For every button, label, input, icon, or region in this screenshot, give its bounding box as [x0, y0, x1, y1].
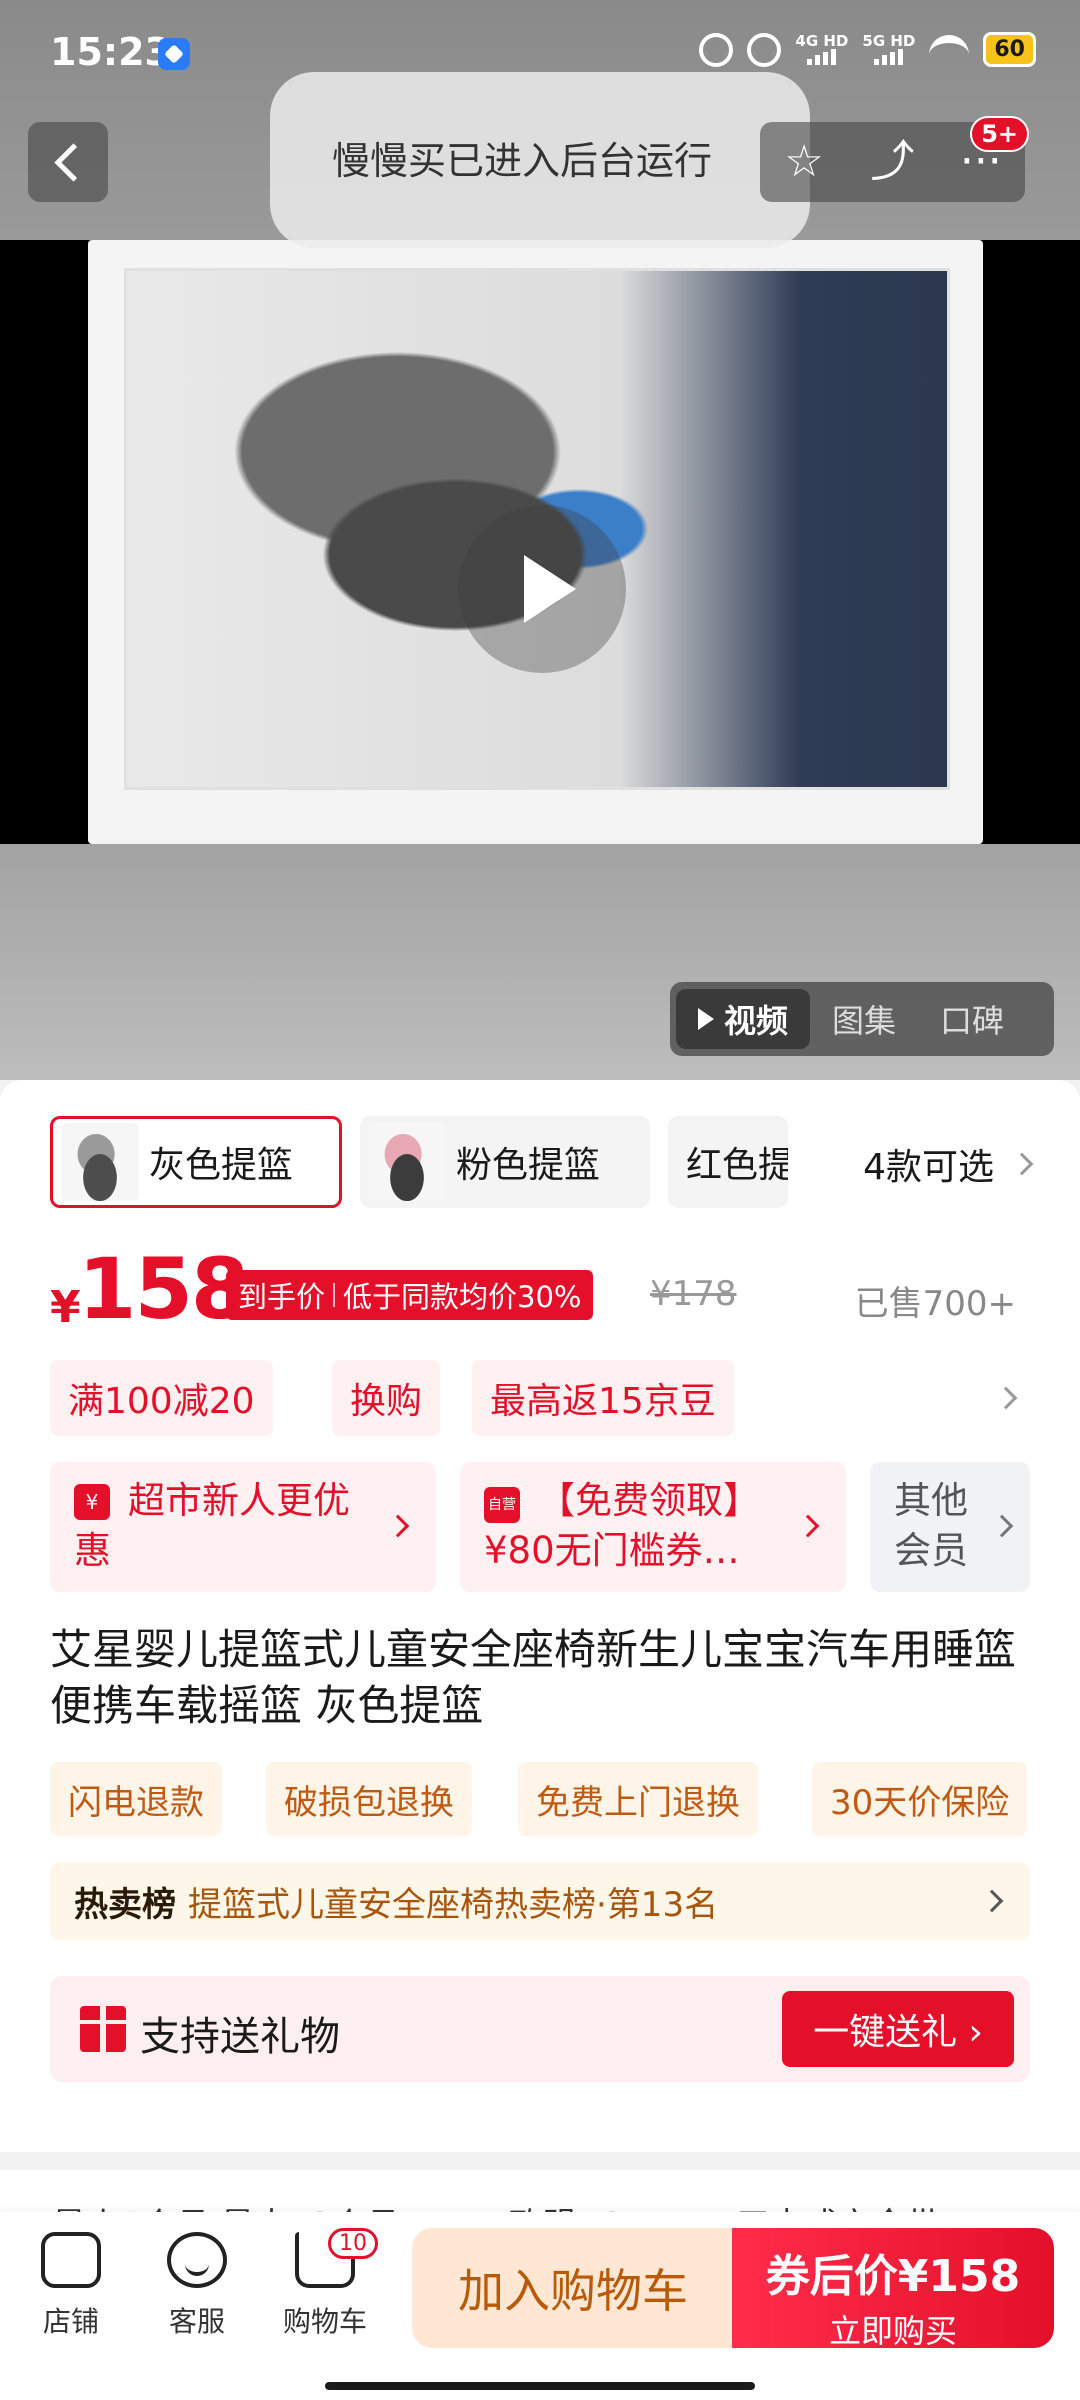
signal-icon: 4G HD [795, 34, 848, 65]
promo-row[interactable]: 满100减20 换购 最高返15京豆 [50, 1360, 1030, 1440]
play-icon[interactable] [458, 505, 626, 673]
add-to-cart-button[interactable]: 加入购物车 [412, 2228, 734, 2348]
shop-label: 店铺 [42, 2305, 99, 2338]
coupon-text: 其他会员 [894, 1479, 968, 1572]
price-tag-b: 低于同款均价30% [343, 1280, 582, 1314]
rank-heading: 热卖榜 [74, 1884, 176, 1925]
variant-thumbnail [368, 1123, 446, 1201]
chevron-right-icon [386, 1514, 410, 1538]
variant-pink[interactable]: 粉色提篮 [360, 1116, 650, 1208]
buy-now-label: 立即购买 [828, 2312, 957, 2350]
buy-now-button[interactable]: 券后价¥158 立即购买 [732, 2228, 1054, 2350]
chevron-right-icon [980, 1889, 1004, 1913]
variant-label: 红色提篮 [686, 1145, 788, 1186]
variant-label: 粉色提篮 [456, 1145, 601, 1186]
rank-text: 提篮式儿童安全座椅热卖榜·第13名 [188, 1884, 719, 1925]
original-price: ¥178 [650, 1274, 737, 1314]
price-amount: 158 [78, 1240, 249, 1338]
tab-gallery[interactable]: 图集 [810, 989, 918, 1049]
service-tags: 闪电退款 破损包退换 免费上门退换 30天价保险 [50, 1762, 1050, 1838]
coupon-new-user[interactable]: ¥ 超市新人更优惠 [50, 1462, 436, 1592]
mute-icon [747, 32, 782, 67]
status-time: 15:23 [50, 30, 171, 74]
variant-label: 灰色提篮 [149, 1145, 294, 1186]
signal-label-2: 5G HD [862, 32, 916, 50]
sold-count: 已售700+ [854, 1284, 1016, 1324]
gift-icon [80, 2006, 126, 2052]
cart-count-badge: 10 [328, 2228, 378, 2259]
service-tag[interactable]: 破损包退换 [266, 1762, 472, 1836]
wifi-icon [929, 34, 970, 65]
coupon-text: 【免费领取】¥80无门槛券… [484, 1479, 760, 1572]
service-label: 客服 [168, 2305, 225, 2338]
tab-video-label: 视频 [724, 1002, 789, 1040]
gift-banner: 支持送礼物 一键送礼 › [50, 1976, 1030, 2082]
alarm-icon [699, 32, 734, 67]
shop-icon [41, 2232, 101, 2288]
price-tag: 到手价 低于同款均价30% [226, 1270, 594, 1320]
product-info-panel: 灰色提篮 粉色提篮 红色提篮 4款可选 ¥ 158 到手价 低于同款均价30% … [0, 1080, 1080, 2152]
coupon-free-80[interactable]: 自营 【免费领取】¥80无门槛券… [460, 1462, 846, 1592]
top-action-group: ☆ ⤴ ··· 5+ [760, 116, 1029, 202]
promo-discount[interactable]: 满100减20 [50, 1360, 273, 1436]
cart-label: 购物车 [282, 2305, 367, 2338]
battery-indicator: 60 [983, 32, 1036, 67]
chevron-right-icon [994, 1386, 1018, 1410]
tab-video[interactable]: 视频 [676, 989, 811, 1049]
status-icons: 4G HD 5G HD 60 [699, 32, 1036, 67]
status-bar: 15:23 4G HD 5G HD 60 [0, 0, 1080, 110]
promo-jingdou[interactable]: 最高返15京豆 [472, 1360, 734, 1436]
chevron-right-icon [990, 1514, 1014, 1538]
home-indicator[interactable] [325, 2382, 755, 2390]
price-currency: ¥ [50, 1282, 81, 1333]
toast-text: 慢慢买已进入后台运行 [332, 139, 713, 183]
gift-text: 支持送礼物 [140, 2014, 340, 2060]
media-tabs: 视频 图集 口碑 [670, 982, 1054, 1056]
coupon-text: 超市新人更优惠 [74, 1479, 350, 1572]
shop-button[interactable]: 店铺 [16, 2232, 126, 2340]
coupon-row: ¥ 超市新人更优惠 自营 【免费领取】¥80无门槛券… 其他会员 [50, 1462, 1030, 1592]
coupon-icon: ¥ [74, 1484, 110, 1520]
app-notification-icon [158, 38, 190, 70]
promo-exchange[interactable]: 换购 [332, 1360, 441, 1436]
buy-price-label: 券后价¥158 [765, 2251, 1021, 2302]
price-row: ¥ 158 到手价 低于同款均价30% ¥178 已售700+ [50, 1240, 1030, 1340]
customer-service-button[interactable]: 客服 [142, 2232, 252, 2340]
coupon-other-member[interactable]: 其他会员 [870, 1462, 1030, 1592]
signal-label-1: 4G HD [795, 32, 849, 50]
signal-icon-2: 5G HD [862, 34, 915, 65]
bottom-action-bar: 店铺 客服 购物车 10 加入购物车 券后价¥158 立即购买 [0, 2212, 1080, 2400]
share-icon[interactable]: ⤴ [857, 127, 927, 197]
chevron-right-icon [1010, 1152, 1034, 1176]
service-tag[interactable]: 免费上门退换 [518, 1762, 758, 1836]
service-tag[interactable]: 闪电退款 [50, 1762, 222, 1836]
variant-thumbnail [61, 1123, 139, 1201]
price-tag-a: 到手价 [238, 1280, 326, 1314]
customer-service-icon [167, 2232, 227, 2288]
variant-red[interactable]: 红色提篮 [668, 1116, 788, 1208]
variant-gray[interactable]: 灰色提篮 [50, 1116, 342, 1208]
tab-reviews[interactable]: 口碑 [918, 989, 1026, 1049]
hot-sale-rank[interactable]: 热卖榜 提篮式儿童安全座椅热卖榜·第13名 [50, 1862, 1030, 1940]
service-tag[interactable]: 30天价保险 [812, 1762, 1028, 1836]
play-triangle-icon [698, 1008, 714, 1030]
star-icon[interactable]: ☆ [769, 127, 839, 197]
variant-count-button[interactable]: 4款可选 [863, 1138, 1034, 1190]
variant-selector: 灰色提篮 粉色提篮 红色提篮 4款可选 [50, 1116, 1034, 1208]
self-operated-icon: 自营 [484, 1487, 520, 1523]
message-badge: 5+ [970, 116, 1029, 152]
send-gift-button[interactable]: 一键送礼 › [782, 1991, 1014, 2067]
back-button[interactable] [28, 122, 108, 202]
variant-count-label: 4款可选 [863, 1147, 994, 1188]
product-title: 艾星婴儿提篮式儿童安全座椅新生儿宝宝汽车用睡篮便携车载摇篮 灰色提篮 [50, 1625, 1017, 1730]
